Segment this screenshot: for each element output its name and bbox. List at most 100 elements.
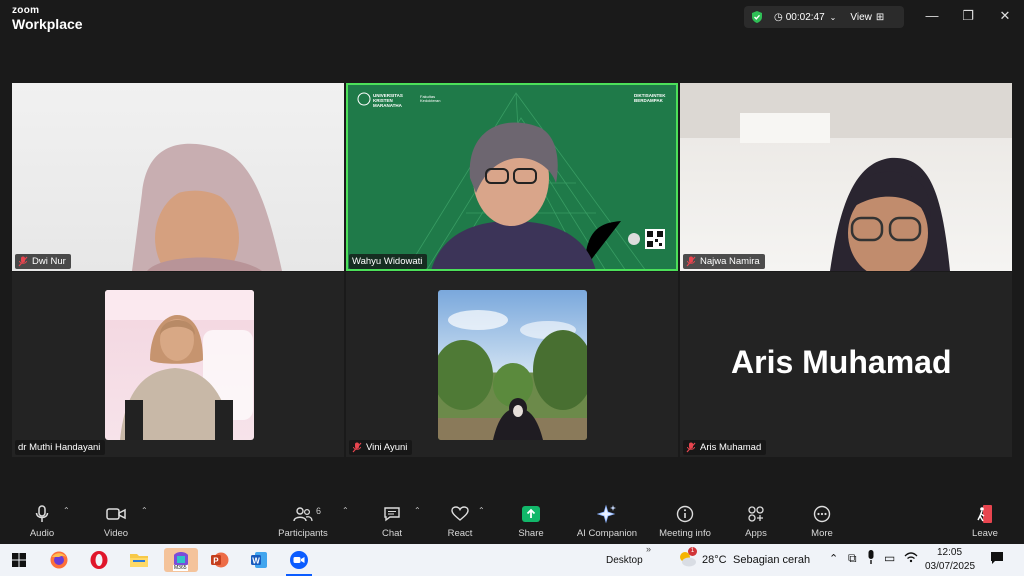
opera-icon xyxy=(90,551,108,569)
participants-button[interactable]: Participants xyxy=(272,504,334,539)
weather-temperature[interactable]: 28°C xyxy=(702,554,727,566)
taskbar-opera[interactable] xyxy=(86,548,112,572)
timer-chevron-down-icon[interactable]: ⌄ xyxy=(830,13,837,22)
clock-time[interactable]: 12:05 xyxy=(937,547,962,558)
video-tile-muthi-handayani[interactable]: dr Muthi Handayani xyxy=(12,272,344,457)
clock-date[interactable]: 03/07/2025 xyxy=(925,561,975,572)
windows-logo-icon xyxy=(12,553,26,567)
video-camera-icon xyxy=(106,508,126,520)
participant-name-tag: Dwi Nur xyxy=(15,254,71,269)
more-button[interactable]: More xyxy=(806,504,838,539)
zoom-app-icon xyxy=(290,551,308,569)
slide-faculty-text: Fakultas Kedokteran xyxy=(420,94,441,104)
m365-badge: M365 xyxy=(173,565,188,571)
restore-button[interactable]: ❐ xyxy=(953,8,983,28)
video-options-chevron-up-icon[interactable]: ⌃ xyxy=(141,506,148,515)
heart-icon xyxy=(451,506,469,521)
video-tile-aris-muhamad[interactable]: Aris Muhamad Aris Muhamad xyxy=(680,272,1012,457)
windows-start-button[interactable] xyxy=(6,548,32,572)
wifi-icon[interactable] xyxy=(904,550,918,567)
ai-companion-label: AI Companion xyxy=(576,528,638,539)
apps-button[interactable]: Apps xyxy=(740,504,772,539)
video-gallery: Dwi Nur UNIVERSITAS KRISTEN MARANATHA Fa… xyxy=(12,83,1012,457)
audio-options-chevron-up-icon[interactable]: ⌃ xyxy=(63,506,70,515)
participant-video-najwa xyxy=(680,83,1012,271)
mic-muted-icon xyxy=(18,256,28,267)
video-tile-dwi-nur[interactable]: Dwi Nur xyxy=(12,83,344,271)
windows-taskbar: M365 P W Desktop » 1 28°C Sebagian cerah… xyxy=(0,544,1024,576)
taskbar-powerpoint[interactable]: P xyxy=(206,548,232,572)
weather-alert-badge: 1 xyxy=(688,547,697,556)
mic-muted-icon xyxy=(686,256,696,267)
leave-button[interactable]: Leave xyxy=(969,504,1001,539)
taskbar-file-explorer[interactable] xyxy=(126,548,152,572)
video-label: Video xyxy=(103,528,129,539)
video-tile-vini-ayuni[interactable]: Vini Ayuni xyxy=(346,272,678,457)
firefox-icon xyxy=(50,551,68,569)
participant-name: Vini Ayuni xyxy=(366,442,408,453)
microphone-tray-icon[interactable] xyxy=(866,549,876,568)
react-button[interactable]: React xyxy=(444,504,476,539)
taskbar-zoom[interactable] xyxy=(286,548,312,572)
video-tile-wahyu-widowati[interactable]: UNIVERSITAS KRISTEN MARANATHA Fakultas K… xyxy=(346,83,678,271)
taskbar-word[interactable]: W xyxy=(246,548,272,572)
chat-button[interactable]: Chat xyxy=(376,504,408,539)
participant-name: Najwa Namira xyxy=(700,256,760,267)
participant-name-tag: Vini Ayuni xyxy=(349,440,413,455)
desktop-toolbar[interactable]: Desktop xyxy=(606,555,643,566)
slide-university-logo-text: UNIVERSITAS KRISTEN MARANATHA xyxy=(373,93,403,108)
grid-view-icon[interactable]: ⊞ xyxy=(876,12,884,23)
zoom-logo: zoom Workplace xyxy=(12,6,83,32)
participant-count: 6 xyxy=(316,506,322,516)
battery-icon[interactable]: ▭ xyxy=(884,551,895,565)
participant-name: Dwi Nur xyxy=(32,256,66,267)
meeting-status-pill: ◷ 00:02:47 ⌄ View ⊞ xyxy=(744,6,904,28)
meeting-info-label: Meeting info xyxy=(659,528,711,539)
taskbar-firefox[interactable] xyxy=(46,548,72,572)
toolbar-expand-chevron-icon[interactable]: » xyxy=(646,544,651,554)
react-options-chevron-up-icon[interactable]: ⌃ xyxy=(478,506,485,515)
participant-video-muthi xyxy=(105,290,254,440)
microphone-icon xyxy=(35,505,49,522)
weather-condition[interactable]: Sebagian cerah xyxy=(733,554,810,566)
view-button[interactable]: View xyxy=(850,12,872,23)
participant-name-tag: Aris Muhamad xyxy=(683,440,767,455)
apps-label: Apps xyxy=(745,528,767,539)
ai-companion-button[interactable]: AI Companion xyxy=(574,504,640,539)
powerpoint-icon: P xyxy=(211,552,229,568)
close-button[interactable]: ✕ xyxy=(990,8,1020,28)
meeting-info-button[interactable]: Meeting info xyxy=(654,504,716,539)
leave-label: Leave xyxy=(972,528,998,539)
title-bar: zoom Workplace ◷ 00:02:47 ⌄ View ⊞ — ❐ ✕ xyxy=(0,0,1024,36)
participants-options-chevron-up-icon[interactable]: ⌃ xyxy=(342,506,349,515)
participant-video-wahyu xyxy=(357,92,665,271)
meet-now-icon[interactable]: ⧉ xyxy=(848,551,857,566)
participants-icon xyxy=(293,507,313,522)
participant-name: dr Muthi Handayani xyxy=(18,442,101,453)
audio-button[interactable]: Audio xyxy=(26,504,58,539)
show-hidden-icons-chevron-up-icon[interactable]: ⌃ xyxy=(829,552,838,565)
react-label: React xyxy=(447,528,473,539)
slide-right-logo-text: DIKTISAINTEK BERDAMPAK xyxy=(634,93,666,103)
audio-label: Audio xyxy=(29,528,55,539)
participant-name-tag: Najwa Namira xyxy=(683,254,765,269)
brand-line2: Workplace xyxy=(12,16,83,32)
minimize-button[interactable]: — xyxy=(917,8,947,28)
meeting-toolbar: Audio ⌃ Video ⌃ Participants 6 ⌃ Chat ⌃ … xyxy=(0,498,1024,544)
svg-text:W: W xyxy=(252,556,260,565)
chat-label: Chat xyxy=(381,528,403,539)
video-tile-najwa-namira[interactable]: Najwa Namira xyxy=(680,83,1012,271)
meeting-timer: 00:02:47 xyxy=(785,11,825,23)
notifications-button[interactable] xyxy=(989,550,1005,569)
chat-bubble-icon xyxy=(384,507,400,522)
participant-name-tag: dr Muthi Handayani xyxy=(15,440,106,455)
mic-muted-icon xyxy=(352,442,362,453)
apps-icon xyxy=(748,506,764,522)
taskbar-microsoft-365[interactable]: M365 xyxy=(164,548,198,572)
encryption-shield-icon[interactable] xyxy=(750,10,764,24)
chat-options-chevron-up-icon[interactable]: ⌃ xyxy=(414,506,421,515)
video-button[interactable]: Video xyxy=(100,504,132,539)
share-button[interactable]: Share xyxy=(514,504,548,539)
info-icon xyxy=(676,505,694,523)
mic-muted-icon xyxy=(686,442,696,453)
